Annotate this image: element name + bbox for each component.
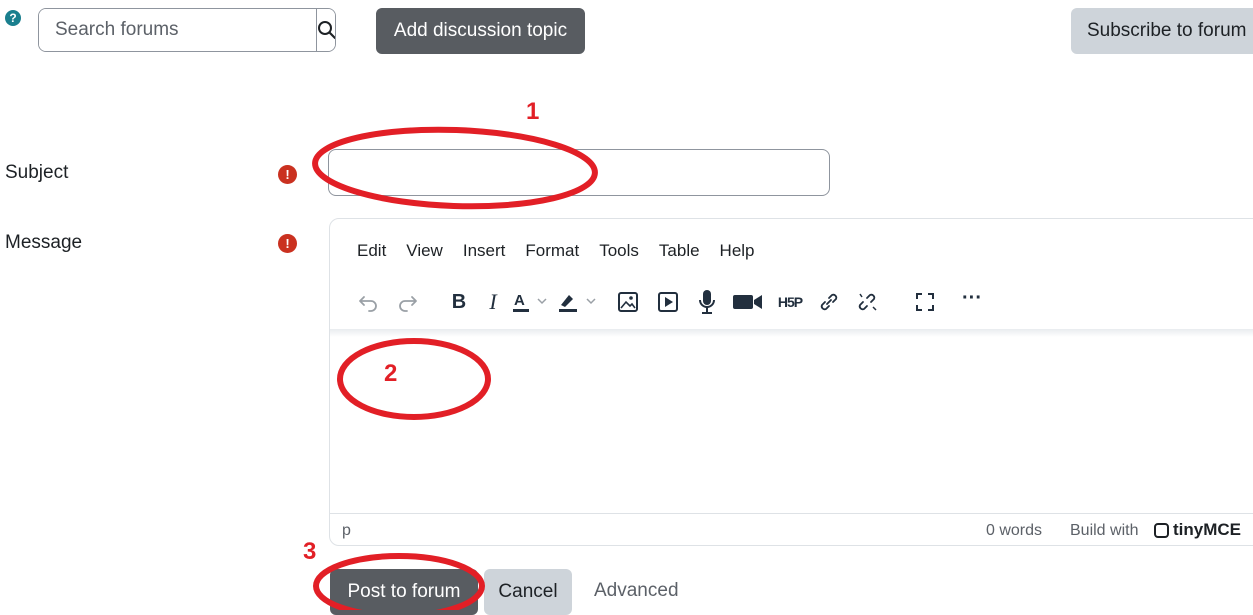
menu-view[interactable]: View (406, 241, 443, 261)
menu-table[interactable]: Table (659, 241, 700, 261)
post-to-forum-button[interactable]: Post to forum (330, 569, 478, 615)
search-button[interactable] (316, 9, 335, 51)
more-icon[interactable]: ··· (952, 287, 992, 310)
h5p-icon[interactable]: H5P (770, 294, 810, 310)
annotation-number-3: 3 (303, 538, 317, 565)
menu-edit[interactable]: Edit (357, 241, 386, 261)
video-icon[interactable] (726, 292, 770, 312)
annotation-number-1: 1 (526, 98, 540, 125)
editor-statusbar: p 0 words Build with tinyMCE (330, 513, 1253, 545)
editor-toolbar: B I A H5P ··· (352, 287, 992, 317)
required-icon: ! (278, 234, 297, 253)
subject-label: Subject (5, 162, 69, 183)
message-editor: Edit View Insert Format Tools Table Help… (329, 218, 1253, 546)
highlight-color-icon[interactable] (554, 290, 604, 314)
media-icon[interactable] (648, 291, 688, 313)
text-color-icon[interactable]: A (510, 290, 554, 314)
microphone-icon[interactable] (688, 289, 726, 315)
bold-icon[interactable]: B (442, 291, 476, 314)
subject-input[interactable] (328, 149, 830, 196)
menu-format[interactable]: Format (525, 241, 579, 261)
italic-icon[interactable]: I (476, 289, 510, 315)
build-with-label[interactable]: Build with (1070, 522, 1138, 540)
fullscreen-icon[interactable] (898, 292, 952, 312)
editor-menubar: Edit View Insert Format Tools Table Help (357, 241, 775, 261)
tinymce-logo-icon (1154, 523, 1169, 538)
word-count[interactable]: 0 words (986, 522, 1042, 540)
svg-text:A: A (514, 292, 525, 309)
menu-help[interactable]: Help (720, 241, 755, 261)
search-icon (318, 21, 335, 40)
menu-tools[interactable]: Tools (599, 241, 639, 261)
link-icon[interactable] (810, 291, 848, 313)
cancel-button[interactable]: Cancel (484, 569, 572, 615)
editor-content-area[interactable] (330, 337, 1253, 513)
message-label: Message (5, 232, 83, 253)
image-icon[interactable] (608, 291, 648, 313)
tinymce-brand[interactable]: tinyMCE (1173, 520, 1241, 540)
toolbar-divider (330, 329, 1253, 337)
subscribe-to-forum-button[interactable]: Subscribe to forum (1071, 8, 1253, 54)
undo-icon[interactable] (352, 292, 386, 312)
help-icon[interactable]: ? (5, 10, 21, 26)
search-forums (38, 8, 336, 52)
add-discussion-topic-button[interactable]: Add discussion topic (376, 8, 585, 54)
element-path[interactable]: p (342, 522, 351, 540)
menu-insert[interactable]: Insert (463, 241, 506, 261)
redo-icon[interactable] (386, 292, 428, 312)
advanced-link[interactable]: Advanced (594, 580, 679, 602)
search-input[interactable] (39, 9, 316, 51)
annotation-number-2: 2 (384, 360, 398, 387)
required-icon: ! (278, 165, 297, 184)
unlink-icon[interactable] (848, 291, 888, 313)
